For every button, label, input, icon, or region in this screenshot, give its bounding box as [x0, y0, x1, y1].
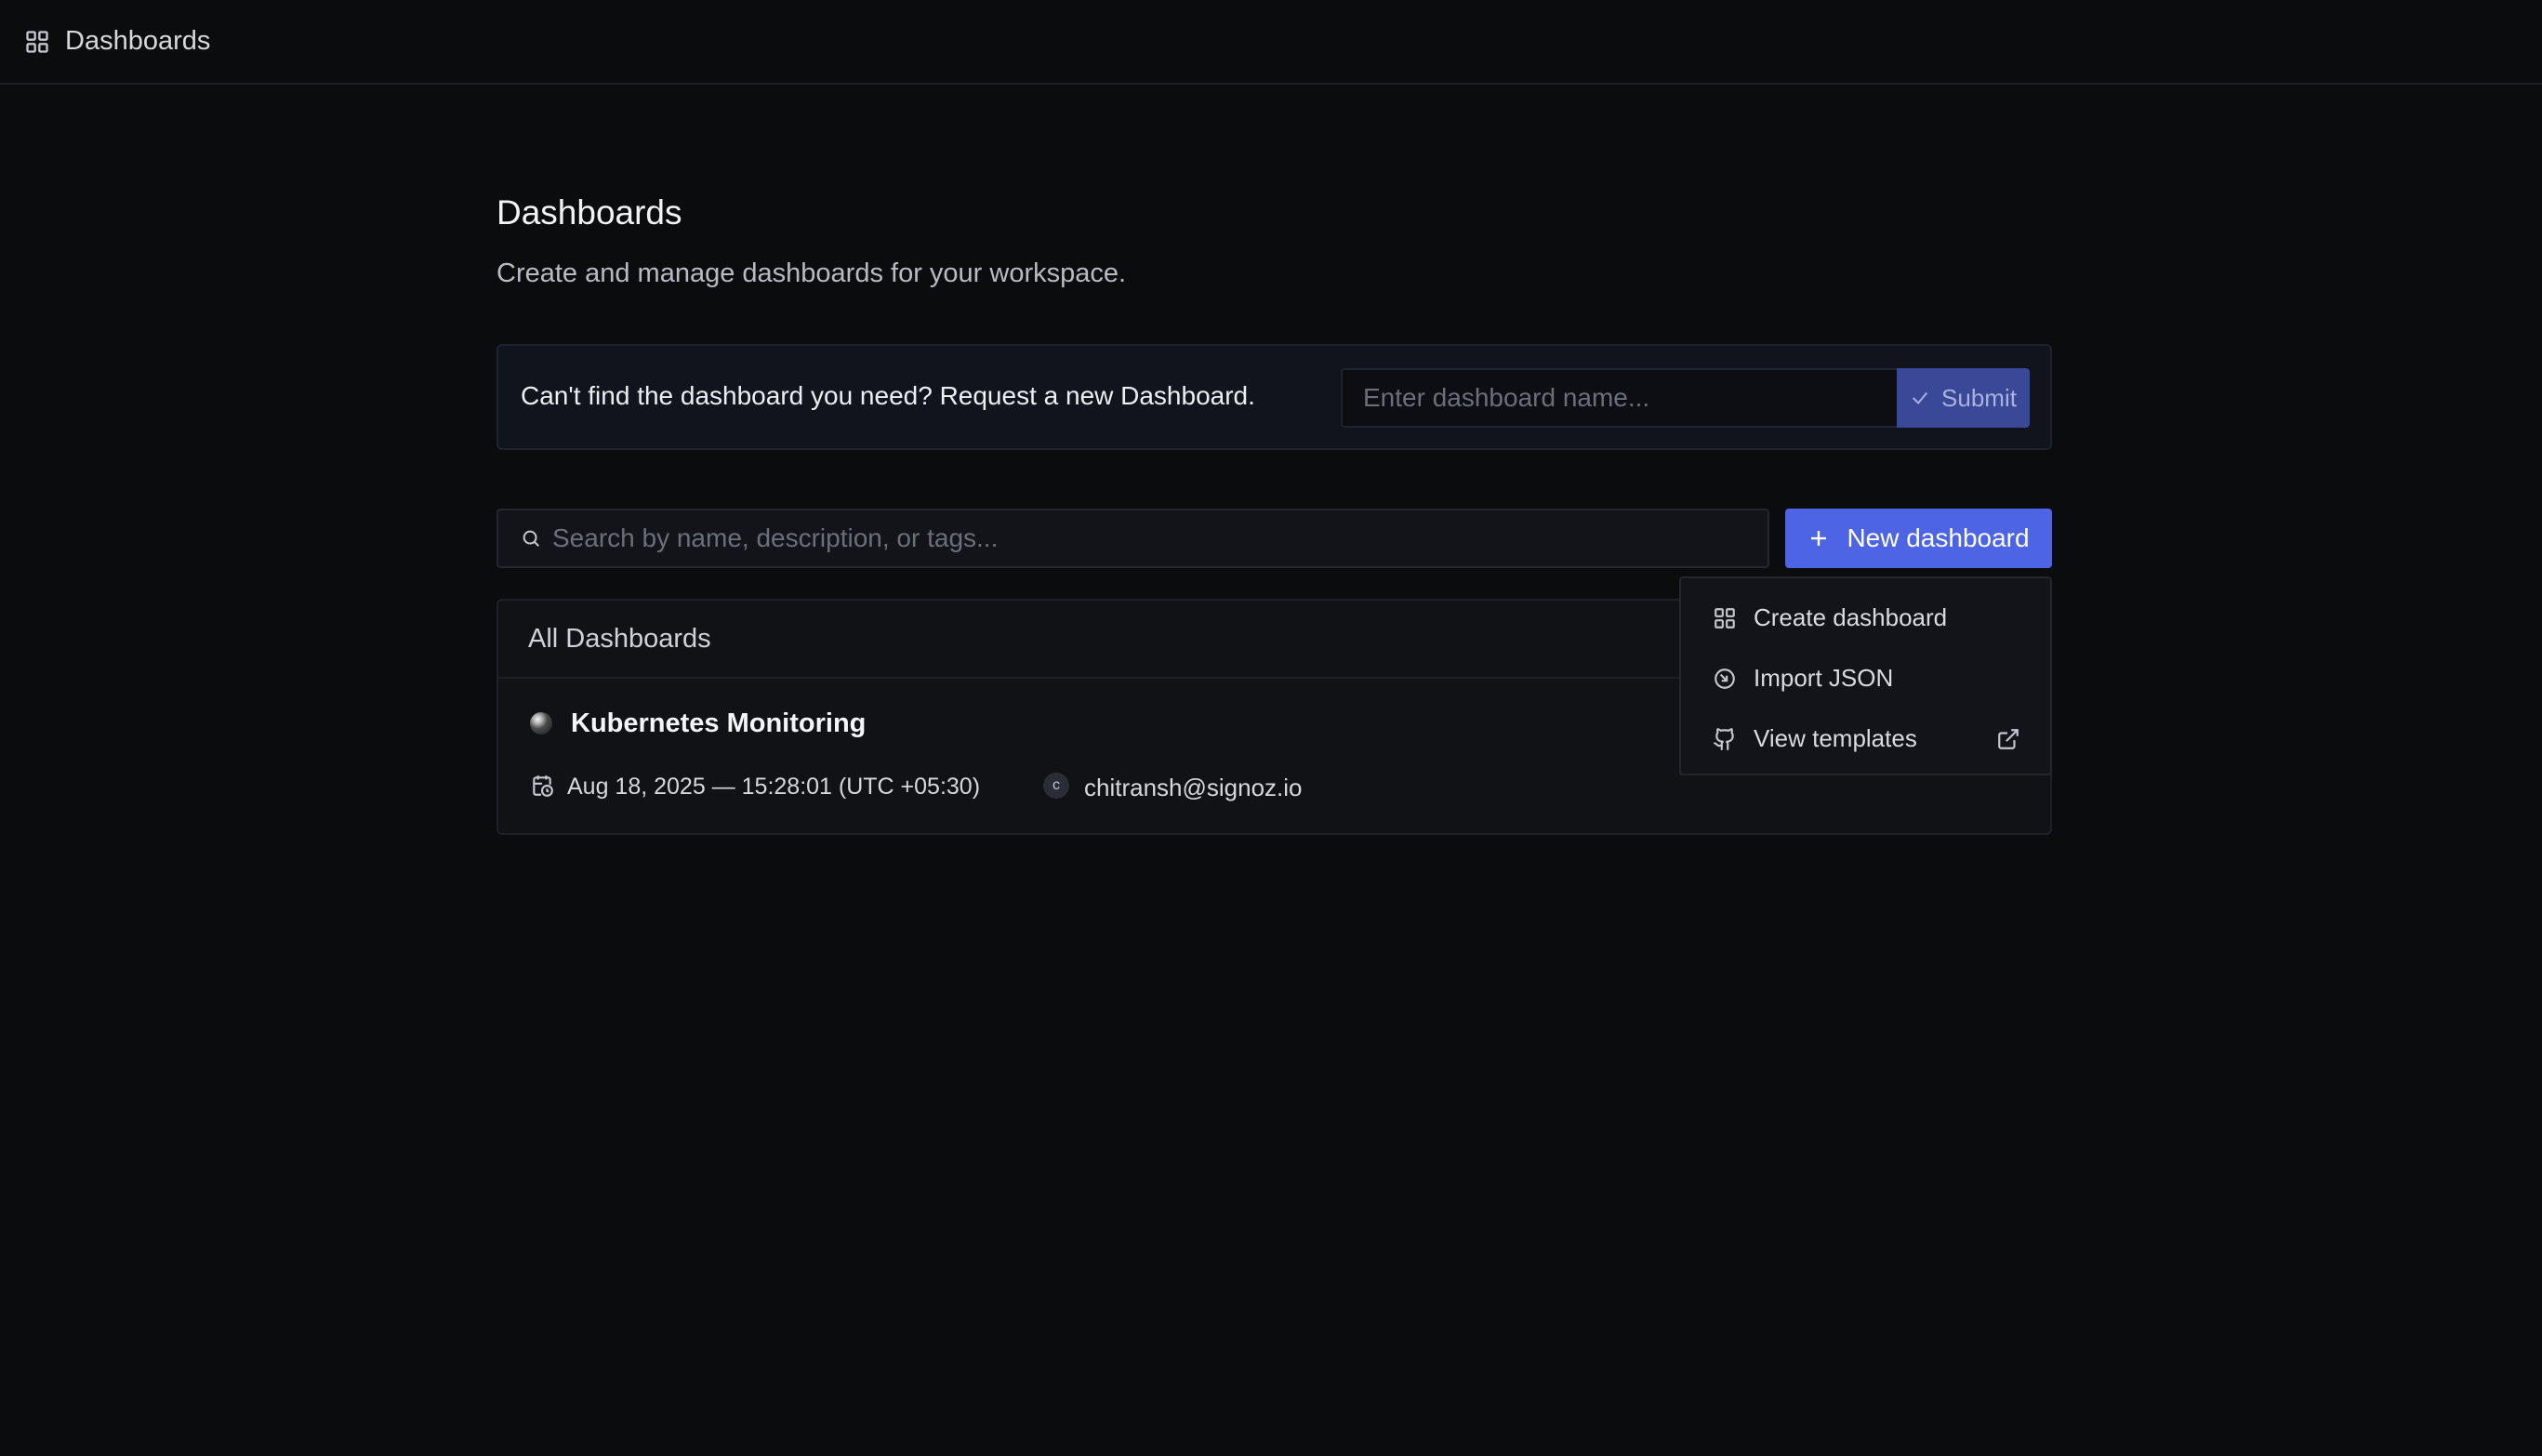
search-input[interactable]: [552, 523, 1761, 553]
menu-item-label: Import JSON: [1754, 664, 1894, 692]
request-message: Can't find the dashboard you need? Reque…: [521, 381, 1255, 410]
avatar: c: [1043, 773, 1069, 799]
menu-item-create-dashboard[interactable]: Create dashboard: [1681, 588, 2050, 648]
dashboard-name-input[interactable]: [1341, 368, 1900, 428]
page-subtitle: Create and manage dashboards for your wo…: [496, 258, 1127, 288]
menu-item-label: Create dashboard: [1754, 603, 1948, 631]
submit-button[interactable]: Submit: [1897, 368, 2030, 428]
top-bar: Dashboards: [0, 0, 2542, 85]
menu-item-view-templates[interactable]: View templates: [1681, 708, 2050, 769]
search-icon: [523, 530, 539, 547]
request-dashboard-banner: Can't find the dashboard you need? Reque…: [496, 344, 2052, 450]
new-dashboard-label: New dashboard: [1847, 523, 2030, 552]
dashboard-name[interactable]: Kubernetes Monitoring: [571, 708, 866, 739]
import-icon: [1715, 668, 1735, 689]
calendar-clock-icon: [533, 775, 553, 797]
github-icon: [1714, 727, 1734, 750]
dashboard-image: [530, 712, 552, 735]
new-dashboard-button[interactable]: New dashboard: [1785, 509, 2052, 568]
page-title: Dashboards: [496, 193, 682, 232]
search-box[interactable]: [496, 509, 1769, 568]
grid-icon: [1715, 607, 1735, 629]
main-content: Dashboards Create and manage dashboards …: [496, 193, 2052, 835]
menu-item-label: View templates: [1754, 724, 1917, 752]
breadcrumb-title: Dashboards: [65, 26, 211, 56]
new-dashboard-menu: Create dashboard Import JSON View templa…: [1679, 576, 2052, 775]
submit-label: Submit: [1941, 383, 2017, 412]
author-email: chitransh@signoz.io: [1084, 774, 1303, 801]
plus-icon: [1811, 531, 1827, 546]
check-icon: [1912, 391, 1928, 404]
external-link-icon: [1998, 729, 2019, 749]
grid-icon: [26, 30, 48, 53]
created-at: Aug 18, 2025 — 15:28:01 (UTC +05:30): [567, 774, 981, 800]
menu-item-import-json[interactable]: Import JSON: [1681, 648, 2050, 708]
